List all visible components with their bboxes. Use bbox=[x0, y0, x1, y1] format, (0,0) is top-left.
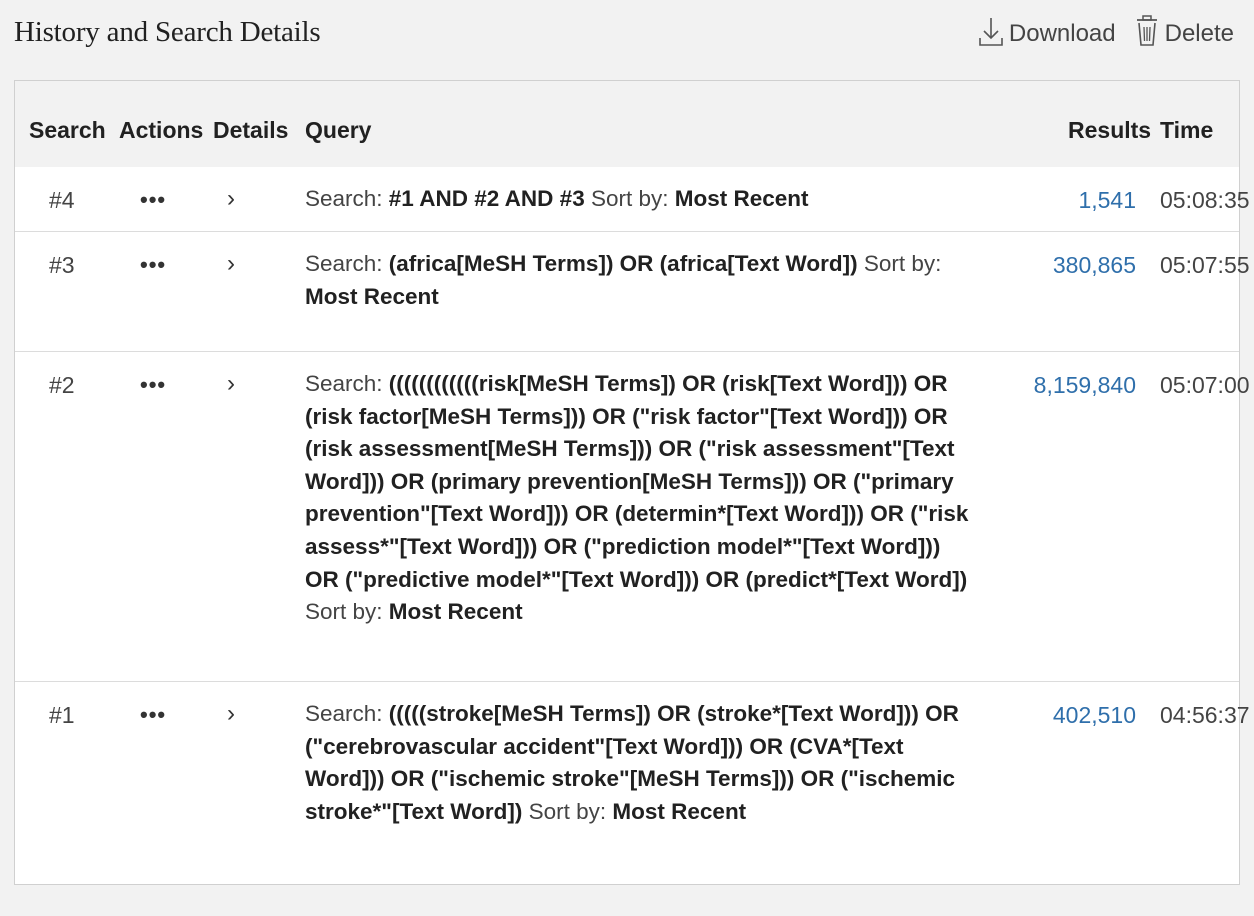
query-text: Search: #1 AND #2 AND #3 Sort by: Most R… bbox=[305, 183, 973, 216]
query-term: (africa[MeSH Terms]) OR (africa[Text Wor… bbox=[388, 251, 858, 276]
actions-menu-icon[interactable]: ••• bbox=[140, 372, 166, 398]
search-time: 04:56:37 bbox=[1160, 702, 1250, 728]
query-label: Search: bbox=[305, 371, 389, 396]
chevron-right-icon[interactable]: › bbox=[227, 370, 235, 398]
search-number: #2 bbox=[49, 372, 75, 398]
table-row: #4 ••• › Search: #1 AND #2 AND #3 Sort b… bbox=[15, 167, 1250, 232]
column-header-results: Results bbox=[1068, 117, 1152, 143]
results-count-link[interactable]: 1,541 bbox=[1078, 187, 1136, 214]
query-term: Most Recent bbox=[388, 599, 523, 625]
history-header: History and Search Details Download Dele… bbox=[0, 0, 1254, 78]
search-time: 05:07:55 bbox=[1160, 252, 1250, 278]
table-row: #1 ••• › Search: (((((stroke[MeSH Terms]… bbox=[15, 682, 1250, 885]
actions-menu-icon[interactable]: ••• bbox=[140, 702, 166, 728]
chevron-right-icon[interactable]: › bbox=[227, 185, 235, 213]
page-title: History and Search Details bbox=[14, 16, 321, 48]
column-header-search: Search bbox=[29, 117, 106, 143]
column-header-details: Details bbox=[213, 117, 289, 143]
history-page: History and Search Details Download Dele… bbox=[0, 0, 1254, 916]
download-label: Download bbox=[1008, 20, 1116, 47]
actions-menu-icon[interactable]: ••• bbox=[140, 252, 166, 278]
results-count-link[interactable]: 380,865 bbox=[1053, 252, 1136, 279]
query-term: Most Recent bbox=[674, 186, 809, 211]
results-count-link[interactable]: 8,159,840 bbox=[1034, 372, 1136, 399]
query-label: Sort by: bbox=[584, 186, 675, 211]
query-label: Search: bbox=[305, 701, 389, 726]
search-time: 05:08:35 bbox=[1160, 187, 1250, 213]
chevron-right-icon[interactable]: › bbox=[227, 250, 235, 278]
column-header-query: Query bbox=[305, 117, 372, 143]
chevron-right-icon[interactable]: › bbox=[227, 700, 235, 728]
actions-menu-icon[interactable]: ••• bbox=[140, 187, 166, 213]
results-count-link[interactable]: 402,510 bbox=[1053, 702, 1136, 729]
query-label: Sort by: bbox=[857, 251, 942, 276]
query-term: ((((((((((((risk[MeSH Terms]) OR (risk[T… bbox=[305, 371, 969, 592]
table-row: #2 ••• › Search: ((((((((((((risk[MeSH T… bbox=[15, 352, 1250, 682]
query-label: Search: bbox=[305, 251, 389, 276]
query-label: Sort by: bbox=[305, 599, 389, 625]
download-button[interactable]: Download bbox=[978, 14, 1116, 48]
table-header: Search Actions Details Query Results Tim… bbox=[15, 81, 1239, 167]
search-number: #3 bbox=[49, 252, 75, 278]
delete-label: Delete bbox=[1164, 20, 1234, 47]
column-header-actions: Actions bbox=[119, 117, 204, 143]
query-text: Search: (((((stroke[MeSH Terms]) OR (str… bbox=[305, 698, 973, 828]
query-text: Search: ((((((((((((risk[MeSH Terms]) OR… bbox=[305, 368, 973, 629]
table-row: #3 ••• › Search: (africa[MeSH Terms]) OR… bbox=[15, 232, 1250, 352]
query-term: Most Recent bbox=[612, 798, 747, 824]
header-actions: Download Delete bbox=[978, 14, 1234, 48]
query-term: Most Recent bbox=[305, 283, 439, 309]
query-text: Search: (africa[MeSH Terms]) OR (africa[… bbox=[305, 248, 973, 313]
download-icon bbox=[978, 14, 1004, 48]
search-number: #1 bbox=[49, 702, 75, 728]
trash-icon bbox=[1134, 14, 1160, 48]
query-label: Search: bbox=[305, 186, 389, 211]
search-time: 05:07:00 bbox=[1160, 372, 1250, 398]
query-label: Sort by: bbox=[522, 798, 613, 824]
search-number: #4 bbox=[49, 187, 75, 213]
history-table: Search Actions Details Query Results Tim… bbox=[14, 80, 1250, 885]
column-header-time: Time bbox=[1160, 117, 1214, 143]
delete-button[interactable]: Delete bbox=[1134, 14, 1234, 48]
query-term: #1 AND #2 AND #3 bbox=[388, 186, 585, 211]
